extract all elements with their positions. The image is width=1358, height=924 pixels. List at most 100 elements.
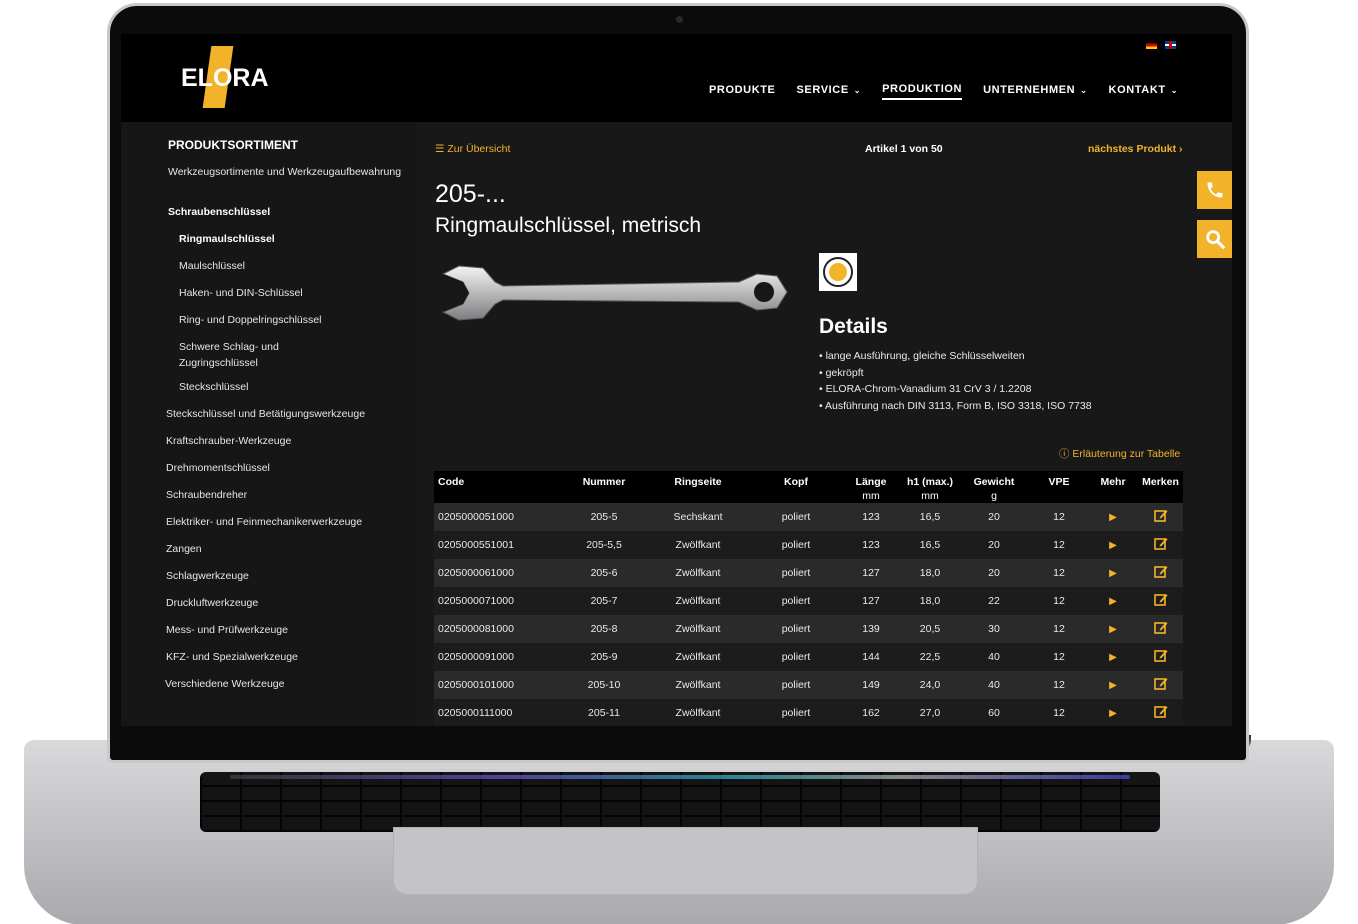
sidebar-item[interactable]: Verschiedene Werkzeuge — [165, 676, 405, 692]
table-cell: poliert — [752, 643, 840, 671]
more-cell: ▶ — [1088, 699, 1138, 726]
phone-icon — [1207, 182, 1222, 198]
table-header-row: Code Nummer Ringseite Kopf Länge mm h1 (max.) m… — [434, 471, 1183, 503]
bookmark-cell — [1138, 615, 1183, 643]
column-header: Code — [434, 471, 564, 503]
sidebar-item[interactable]: Zangen — [166, 541, 406, 557]
edit-note-icon[interactable] — [1153, 705, 1168, 718]
play-arrow-icon[interactable]: ▶ — [1109, 680, 1117, 691]
sidebar-item[interactable]: Ringmaulschlüssel — [179, 231, 419, 247]
phone-button[interactable] — [1197, 171, 1232, 209]
more-cell: ▶ — [1088, 615, 1138, 643]
flag-en-icon[interactable] — [1165, 41, 1176, 49]
elora-logo[interactable]: ELORA — [179, 46, 269, 108]
sidebar-item[interactable]: Mess- und Prüfwerkzeuge — [166, 622, 406, 638]
table-legend-link[interactable]: ⓘ Erläuterung zur Tabelle — [1059, 446, 1180, 461]
table-cell: 40 — [958, 671, 1030, 699]
chevron-down-icon: ⌄ — [1080, 85, 1088, 95]
bookmark-cell — [1138, 671, 1183, 699]
table-cell: 139 — [840, 615, 902, 643]
column-header: Länge mm — [840, 471, 902, 503]
table-cell: 0205000111000 — [434, 699, 564, 726]
nav-item-label: PRODUKTE — [708, 84, 776, 96]
table-cell: 12 — [1030, 699, 1088, 726]
back-to-overview-link[interactable]: ☰ Zur Übersicht — [435, 143, 510, 155]
chevron-down-icon: ⌄ — [853, 85, 862, 95]
product-sidebar: PRODUKTSORTIMENT Werkzeugsortimente und … — [121, 122, 417, 726]
sidebar-item[interactable]: Steckschlüssel und Betätigungswerkzeuge — [166, 406, 406, 422]
play-arrow-icon[interactable]: ▶ — [1109, 568, 1117, 579]
sidebar-item[interactable]: Steckschlüssel — [179, 379, 419, 395]
nav-item-label: UNTERNEHMEN — [983, 84, 1076, 96]
play-arrow-icon[interactable]: ▶ — [1109, 652, 1117, 663]
column-header: Gewicht g — [958, 471, 1030, 503]
detail-item: ELORA-Chrom-Vanadium 31 CrV 3 / 1.2208 — [819, 381, 1092, 398]
profile-logo-icon — [823, 257, 853, 287]
edit-note-icon[interactable] — [1153, 677, 1168, 690]
sidebar-item[interactable]: Schlagwerkzeuge — [166, 568, 406, 584]
sidebar-item[interactable]: Werkzeugsortimente und Werkzeugaufbewahr… — [168, 164, 408, 180]
column-header: Merken — [1138, 471, 1183, 503]
browser-screen: ELORA PRODUKTE SERVICE ⌄ PRODUKTION UNTERNEH… — [121, 34, 1232, 726]
play-arrow-icon[interactable]: ▶ — [1109, 596, 1117, 607]
column-header: VPE — [1030, 471, 1088, 503]
column-unit: g — [991, 490, 997, 502]
nav-item-label: KONTAKT — [1108, 84, 1166, 96]
table-cell: 205-9 — [564, 643, 644, 671]
bookmark-cell — [1138, 587, 1183, 615]
nav-item-service[interactable]: SERVICE ⌄ — [797, 83, 862, 100]
flag-de-icon[interactable] — [1146, 41, 1157, 49]
sidebar-item[interactable]: Drehmomentschlüssel — [166, 460, 406, 476]
table-cell: 0205000071000 — [434, 587, 564, 615]
column-header-label: Code — [438, 476, 465, 488]
table-cell: 22,5 — [902, 643, 958, 671]
main-nav: PRODUKTE SERVICE ⌄ PRODUKTION UNTERNEHMEN ⌄ KO… — [709, 83, 1178, 100]
sidebar-item[interactable]: Ring- und Doppelringschlüssel — [179, 312, 419, 328]
detail-item: lange Ausführung, gleiche Schlüsselweite… — [819, 348, 1092, 365]
search-button[interactable] — [1197, 220, 1232, 258]
column-header-label: Merken — [1142, 476, 1179, 488]
next-link-label: nächstes Produkt — [1088, 143, 1177, 155]
nav-item-produkte[interactable]: PRODUKTE — [709, 83, 776, 100]
nav-item-unternehmen[interactable]: UNTERNEHMEN ⌄ — [983, 83, 1087, 100]
table-cell: poliert — [752, 615, 840, 643]
camera-icon — [676, 16, 683, 23]
play-arrow-icon[interactable]: ▶ — [1109, 708, 1117, 719]
play-arrow-icon[interactable]: ▶ — [1109, 512, 1117, 523]
edit-note-icon[interactable] — [1153, 537, 1168, 550]
edit-note-icon[interactable] — [1153, 649, 1168, 662]
sidebar-item[interactable]: Elektriker- und Feinmechanikerwerkzeuge — [166, 514, 406, 530]
sidebar-item[interactable]: KFZ- und Spezialwerkzeuge — [166, 649, 406, 665]
sidebar-item[interactable]: Schraubendreher — [166, 487, 406, 503]
table-cell: poliert — [752, 559, 840, 587]
edit-note-icon[interactable] — [1153, 565, 1168, 578]
nav-item-produktion[interactable]: PRODUKTION — [882, 83, 963, 100]
sidebar-item[interactable]: Maulschlüssel — [179, 258, 419, 274]
more-cell: ▶ — [1088, 587, 1138, 615]
sidebar-item[interactable]: Kraftschrauber-Werkzeuge — [166, 433, 406, 449]
sidebar-item[interactable]: Schraubenschlüssel — [168, 204, 408, 220]
table-cell: 0205000551001 — [434, 531, 564, 559]
table-cell: 123 — [840, 531, 902, 559]
play-arrow-icon[interactable]: ▶ — [1109, 540, 1117, 551]
nav-item-kontakt[interactable]: KONTAKT ⌄ — [1109, 83, 1178, 100]
table-cell: 16,5 — [902, 531, 958, 559]
play-arrow-icon[interactable]: ▶ — [1109, 624, 1117, 635]
next-product-link[interactable]: nächstes Produkt › — [1088, 143, 1183, 155]
edit-note-icon[interactable] — [1153, 509, 1168, 522]
column-header-label: Nummer — [582, 476, 626, 488]
table-cell: 20 — [958, 503, 1030, 531]
sidebar-item[interactable]: Haken- und DIN-Schlüssel — [179, 285, 419, 301]
table-cell: 12 — [1030, 671, 1088, 699]
product-name: Ringmaulschlüssel, metrisch — [435, 214, 702, 237]
table-cell: 60 — [958, 699, 1030, 726]
edit-note-icon[interactable] — [1153, 621, 1168, 634]
table-row: 0205000101000 205-10 Zwölfkant poliert 149 24… — [434, 671, 1183, 699]
column-header: h1 (max.) mm — [902, 471, 958, 503]
column-unit: mm — [862, 490, 880, 502]
edit-note-icon[interactable] — [1153, 593, 1168, 606]
sidebar-item[interactable]: Schwere Schlag- und Zugringschlüssel — [179, 339, 299, 371]
more-cell: ▶ — [1088, 559, 1138, 587]
sidebar-item[interactable]: Druckluftwerkzeuge — [166, 595, 406, 611]
column-header-label: h1 (max.) — [906, 476, 954, 488]
